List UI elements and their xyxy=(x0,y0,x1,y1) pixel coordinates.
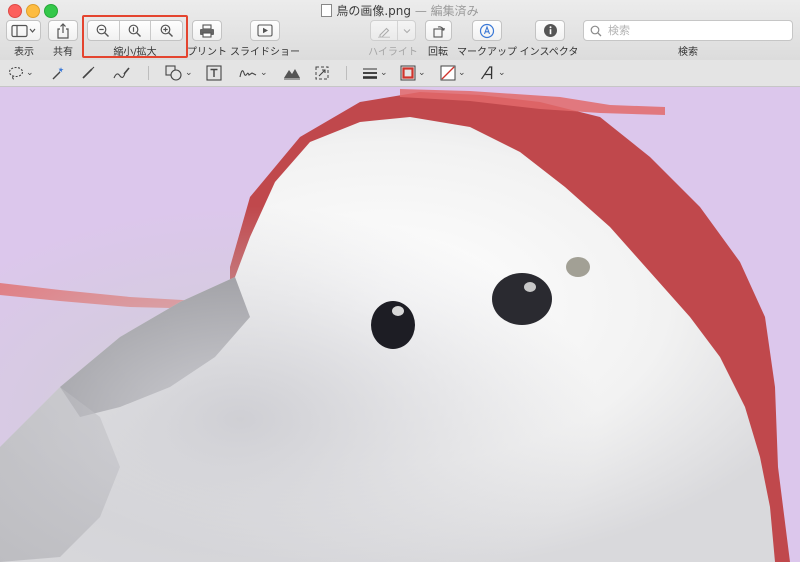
markup-divider xyxy=(346,66,347,80)
text-icon xyxy=(206,65,222,81)
adjust-size-icon xyxy=(315,66,329,80)
view-button[interactable] xyxy=(6,20,41,41)
highlight-button[interactable] xyxy=(371,21,399,40)
document-canvas[interactable] xyxy=(0,87,800,562)
rotate-icon xyxy=(432,26,445,38)
chevron-down-icon: ⌄ xyxy=(418,68,426,78)
title-bar: 鳥の画像.png — 編集済み 表示 共有 縮小/拡大 プリント スライドショー… xyxy=(0,0,800,61)
shapes-icon xyxy=(165,65,182,81)
adjust-color-tool[interactable] xyxy=(283,63,301,83)
title-separator: — xyxy=(411,4,431,18)
highlight-menu-button[interactable] xyxy=(398,21,415,40)
border-color-tool[interactable]: ⌄ xyxy=(400,63,426,83)
shape-style-icon xyxy=(363,68,377,79)
instant-alpha-tool[interactable] xyxy=(50,63,66,83)
slideshow-button[interactable] xyxy=(250,20,280,41)
search-label: 検索 xyxy=(678,47,698,58)
sketch-icon xyxy=(82,66,95,79)
chevron-down-icon: ⌄ xyxy=(26,68,34,78)
markup-divider xyxy=(148,66,149,80)
fill-color-icon xyxy=(440,65,456,81)
search-input[interactable] xyxy=(606,23,790,38)
text-style-tool[interactable]: ⌄ xyxy=(480,63,506,83)
edit-status: 編集済み xyxy=(430,4,479,18)
chevron-down-icon: ⌄ xyxy=(498,68,506,78)
sketch-selection-tool[interactable]: ⌄ xyxy=(8,63,34,83)
highlight-label: ハイライト xyxy=(368,47,418,58)
print-label: プリント xyxy=(187,47,227,58)
shapes-tool[interactable]: ⌄ xyxy=(165,63,193,83)
highlighter-icon xyxy=(378,27,391,38)
chevron-down-icon: ⌄ xyxy=(260,68,268,78)
share-label: 共有 xyxy=(53,47,73,58)
adjust-color-icon xyxy=(284,69,300,80)
markup-toolbar: ⌄ ⌄ ⌄ ⌄ ⌄ ⌄ ⌄ xyxy=(0,60,800,87)
play-icon xyxy=(257,24,273,37)
shape-style-tool[interactable]: ⌄ xyxy=(362,63,388,83)
chevron-down-icon: ⌄ xyxy=(185,68,193,78)
chevron-down-icon xyxy=(403,28,411,33)
search-field[interactable] xyxy=(583,20,793,41)
instant-alpha-icon xyxy=(52,67,64,80)
search-icon xyxy=(590,25,602,36)
text-style-icon xyxy=(481,66,493,80)
slideshow-label: スライドショー xyxy=(230,47,300,58)
printer-icon xyxy=(200,23,214,38)
markup-label: マークアップ xyxy=(457,47,517,58)
border-color-icon xyxy=(400,65,416,81)
text-tool[interactable] xyxy=(206,63,222,83)
filename: 鳥の画像.png xyxy=(336,4,411,18)
info-icon xyxy=(543,24,557,37)
chevron-down-icon: ⌄ xyxy=(380,68,388,78)
adjust-size-tool[interactable] xyxy=(314,63,330,83)
share-icon xyxy=(57,22,69,39)
annotation-highlight-box xyxy=(82,15,188,58)
view-label: 表示 xyxy=(14,47,34,58)
rotate-button[interactable] xyxy=(425,20,452,41)
inspector-button[interactable] xyxy=(535,20,565,41)
bird-image xyxy=(0,87,800,562)
chevron-down-icon: ⌄ xyxy=(458,68,466,78)
fill-color-tool[interactable]: ⌄ xyxy=(440,63,466,83)
markup-button[interactable] xyxy=(472,20,502,41)
sketch-tool[interactable] xyxy=(80,63,96,83)
document-icon xyxy=(321,4,333,17)
print-button[interactable] xyxy=(192,20,222,41)
preview-window: 鳥の画像.png — 編集済み 表示 共有 縮小/拡大 プリント スライドショー… xyxy=(0,0,800,562)
sign-icon xyxy=(239,70,257,78)
inspector-label: インスペクタ xyxy=(519,47,579,58)
draw-tool[interactable] xyxy=(112,63,132,83)
sidebar-icon xyxy=(10,24,35,37)
sign-tool[interactable]: ⌄ xyxy=(238,63,268,83)
draw-icon xyxy=(113,67,130,79)
markup-icon xyxy=(479,23,495,38)
rotate-label: 回転 xyxy=(428,47,448,58)
sketch-selection-icon xyxy=(8,66,24,80)
highlight-control xyxy=(370,20,416,41)
share-button[interactable] xyxy=(48,20,78,41)
